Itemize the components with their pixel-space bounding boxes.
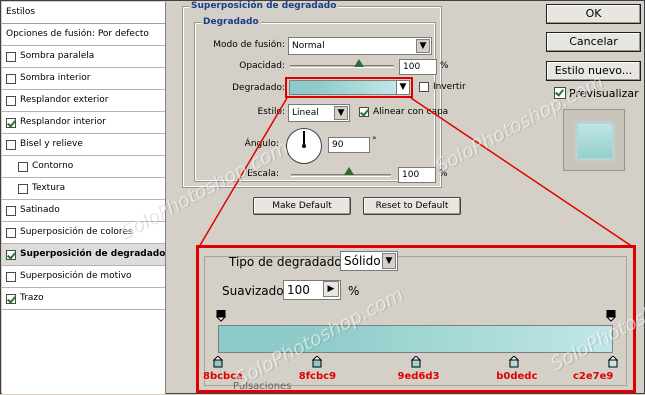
style-item[interactable]: Trazo <box>2 288 165 310</box>
angle-dial[interactable] <box>286 128 322 164</box>
style-item-label: Contorno <box>32 161 74 171</box>
align-with-layer-checkbox[interactable] <box>359 107 369 117</box>
style-item-checkbox[interactable] <box>6 249 16 260</box>
style-value: Lineal <box>292 108 319 118</box>
scale-slider-thumb[interactable] <box>344 167 354 175</box>
blend-mode-value: Normal <box>292 41 325 51</box>
style-item[interactable]: Sombra paralela <box>2 46 165 68</box>
style-item[interactable]: Superposición de degradado <box>2 244 165 266</box>
chevron-down-icon: ▼ <box>416 39 430 53</box>
partial-label: Pulsaciones <box>233 381 292 390</box>
style-item-label: Textura <box>32 183 66 193</box>
opacity-unit: % <box>440 61 449 71</box>
chevron-down-icon: ▼ <box>334 106 348 120</box>
scale-slider[interactable] <box>291 174 391 177</box>
style-item-checkbox[interactable] <box>6 73 16 84</box>
angle-dial-center <box>302 144 306 148</box>
dialog-buttons: OK Cancelar Estilo nuevo... Previsualiza… <box>546 1 645 395</box>
style-item-label: Resplandor interior <box>20 117 106 127</box>
color-stop[interactable] <box>509 356 520 368</box>
gradient-type-value: Sólido <box>344 254 381 268</box>
ok-button[interactable]: OK <box>546 4 641 24</box>
style-item-checkbox[interactable] <box>6 293 16 304</box>
angle-input[interactable]: 90 <box>328 137 370 153</box>
style-item-checkbox[interactable] <box>6 117 16 128</box>
opacity-slider-thumb[interactable] <box>354 59 364 67</box>
gradient-highlight-box <box>285 77 413 98</box>
opacity-input[interactable]: 100 <box>399 59 437 75</box>
style-item-label: Superposición de degradado <box>20 249 166 259</box>
style-item[interactable]: Textura <box>2 178 165 200</box>
style-item-label: Trazo <box>20 293 44 303</box>
angle-label: Ángulo: <box>244 139 279 149</box>
preview-square <box>577 123 613 159</box>
style-item-label: Resplandor exterior <box>20 95 109 105</box>
style-item[interactable]: Superposición de colores <box>2 222 165 244</box>
reset-to-default-button[interactable]: Reset to Default <box>363 197 461 215</box>
color-stop-code: b0dedc <box>496 371 538 382</box>
style-item-checkbox[interactable] <box>6 95 16 106</box>
style-item-label: Superposición de colores <box>20 227 133 237</box>
align-with-layer-label: Alinear con capa <box>373 107 449 117</box>
scale-unit: % <box>439 169 448 179</box>
angle-unit: ° <box>372 136 377 146</box>
style-item-checkbox[interactable] <box>6 271 16 282</box>
opacity-label: Opacidad: <box>239 61 285 71</box>
new-style-button[interactable]: Estilo nuevo... <box>546 61 641 81</box>
style-item[interactable]: Superposición de motivo <box>2 266 165 288</box>
invert-label: Invertir <box>433 82 466 92</box>
chevron-down-icon: ▼ <box>382 253 396 269</box>
style-item-label: Sombra paralela <box>20 51 95 61</box>
color-stop[interactable] <box>311 356 322 368</box>
opacity-slider[interactable] <box>290 65 394 68</box>
smoothness-unit: % <box>348 284 360 298</box>
gradient-type-label: Tipo de degradado: <box>229 255 346 269</box>
styles-header: Estilos <box>2 2 165 24</box>
style-item-checkbox[interactable] <box>18 161 28 172</box>
inner-group-title: Degradado <box>201 17 261 27</box>
style-select[interactable]: Lineal ▼ <box>288 104 350 122</box>
opacity-stop-left[interactable] <box>216 310 226 322</box>
style-item[interactable]: Bisel y relieve <box>2 134 165 156</box>
style-item[interactable]: Resplandor exterior <box>2 90 165 112</box>
layer-style-dialog: Estilos Opciones de fusión: Por defecto S… <box>0 0 645 394</box>
style-item-checkbox[interactable] <box>6 227 16 238</box>
style-item[interactable]: Resplandor interior <box>2 112 165 134</box>
style-item[interactable]: Contorno <box>2 156 165 178</box>
smoothness-arrow-icon[interactable]: ▶ <box>323 281 339 297</box>
styles-list-panel: Estilos Opciones de fusión: Por defecto S… <box>2 2 166 394</box>
outer-group-title: Superposición de degradado <box>189 1 339 11</box>
style-item-checkbox[interactable] <box>18 183 28 194</box>
color-stop[interactable] <box>213 356 223 368</box>
style-item-label: Superposición de motivo <box>20 271 132 281</box>
blend-mode-label: Modo de fusión: <box>213 40 285 50</box>
style-item[interactable]: Sombra interior <box>2 68 165 90</box>
preview-checkbox[interactable] <box>554 87 566 99</box>
style-item-checkbox[interactable] <box>6 205 16 216</box>
style-item-label: Satinado <box>20 205 60 215</box>
gradient-type-select[interactable]: Sólido ▼ <box>340 251 398 271</box>
scale-input[interactable]: 100 <box>398 167 436 183</box>
color-stop[interactable] <box>410 356 421 368</box>
style-item[interactable]: Opciones de fusión: Por defecto <box>2 24 165 46</box>
smoothness-label: Suavizado: <box>222 284 288 298</box>
cancel-button[interactable]: Cancelar <box>546 32 641 52</box>
preview-label: Previsualizar <box>569 87 639 100</box>
style-item-checkbox[interactable] <box>6 51 16 62</box>
style-label: Estilo: <box>257 107 285 117</box>
gradient-label: Degradado: <box>232 83 285 93</box>
color-stop-code: 9ed6d3 <box>397 371 440 382</box>
style-item-label: Opciones de fusión: Por defecto <box>6 29 149 39</box>
style-item-label: Bisel y relieve <box>20 139 83 149</box>
style-preview-swatch <box>563 109 625 171</box>
make-default-button[interactable]: Make Default <box>253 197 351 215</box>
color-stop-code: 8fcbc9 <box>298 371 337 382</box>
blend-mode-select[interactable]: Normal ▼ <box>288 37 432 55</box>
scale-label: Escala: <box>247 169 279 179</box>
style-item[interactable]: Satinado <box>2 200 165 222</box>
style-item-checkbox[interactable] <box>6 139 16 150</box>
style-item-label: Sombra interior <box>20 73 91 83</box>
invert-checkbox[interactable] <box>419 82 429 92</box>
